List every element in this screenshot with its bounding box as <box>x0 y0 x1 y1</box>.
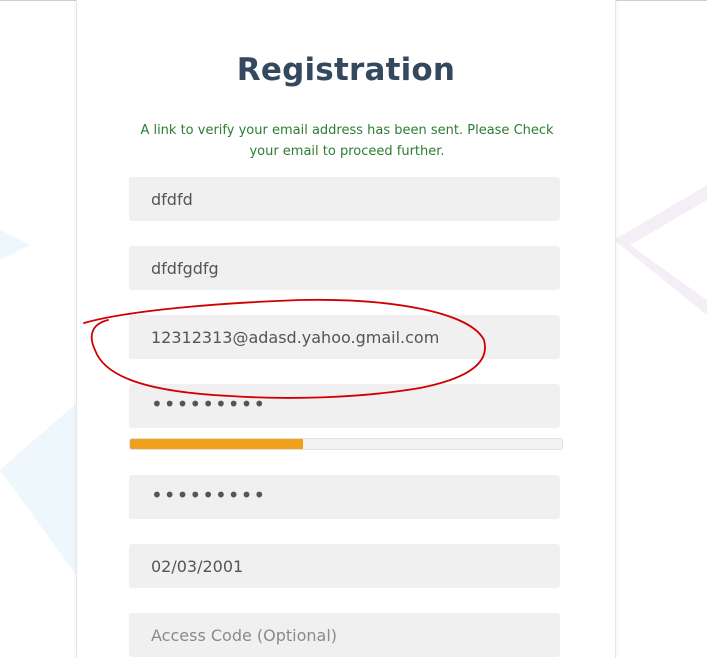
password-strength-fill <box>130 439 303 449</box>
email-field[interactable]: 12312313@adasd.yahoo.gmail.com <box>129 315 560 359</box>
confirm-password-field[interactable]: ••••••••• <box>129 475 560 519</box>
first-name-field[interactable]: dfdfd <box>129 177 560 221</box>
access-code-field[interactable]: Access Code (Optional) <box>129 613 560 657</box>
bg-chevron-right <box>614 185 707 315</box>
password-field[interactable]: ••••••••• <box>129 384 560 428</box>
dob-field[interactable]: 02/03/2001 <box>129 544 560 588</box>
bg-triangle-left <box>0 230 30 260</box>
password-strength-meter <box>129 438 563 450</box>
page-title: Registration <box>236 52 456 88</box>
registration-card: Registration A link to verify your email… <box>76 0 616 658</box>
bg-triangle-left-lower <box>0 400 80 580</box>
verification-notice: A link to verify your email address has … <box>140 123 554 159</box>
last-name-field[interactable]: dfdfgdfg <box>129 246 560 290</box>
